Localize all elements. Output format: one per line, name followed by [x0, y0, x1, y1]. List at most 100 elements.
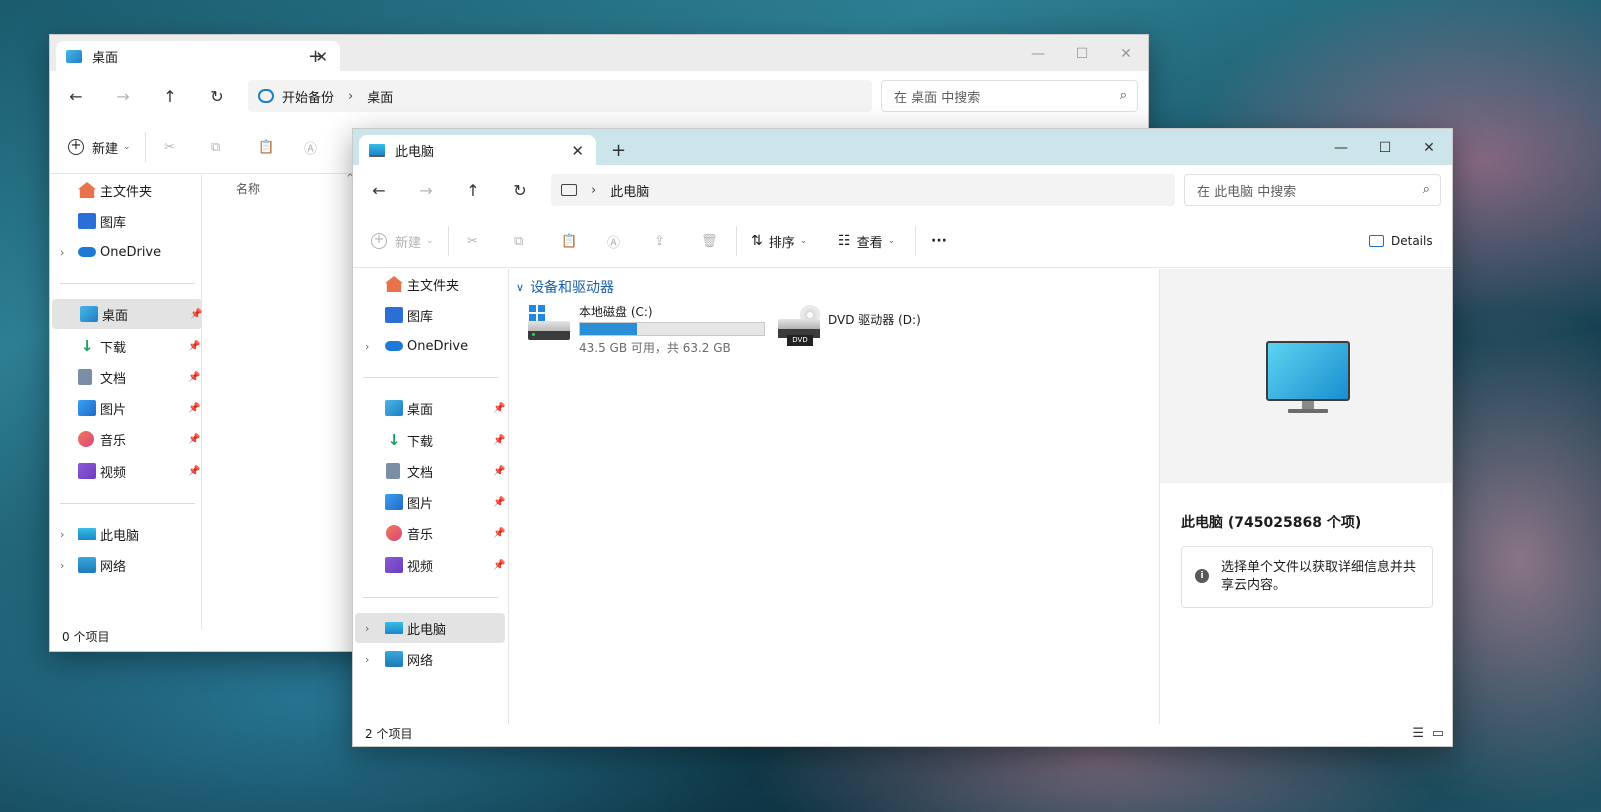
copy-icon[interactable]: ⧉: [514, 230, 523, 252]
close-window-button[interactable]: ✕: [1407, 135, 1451, 161]
forward-arrow-icon[interactable]: →: [109, 83, 137, 111]
new-button[interactable]: + 新建 ⌄: [371, 230, 434, 252]
chevron-right-icon[interactable]: ›: [365, 653, 369, 666]
delete-icon[interactable]: 🗑: [701, 230, 718, 252]
sidebar-item-music[interactable]: 音乐 📌: [353, 518, 505, 548]
details-pane-icon: [1369, 235, 1384, 247]
tab-this-pc[interactable]: 此电脑 ✕: [359, 135, 596, 166]
sidebar-item-desktop[interactable]: 桌面 📌: [353, 393, 505, 423]
minimize-button[interactable]: —: [1319, 135, 1363, 161]
forward-arrow-icon[interactable]: →: [412, 177, 440, 205]
sidebar-item-videos[interactable]: 视频 📌: [353, 550, 505, 580]
sidebar-item-network[interactable]: › 网络: [353, 644, 503, 674]
pin-icon[interactable]: 📌: [190, 309, 202, 320]
drive-item-d[interactable]: DVD DVD 驱动器 (D:): [778, 305, 938, 357]
chevron-right-icon[interactable]: ›: [365, 340, 369, 353]
sidebar-item-downloads[interactable]: ↓ 下载 📌: [353, 425, 506, 455]
document-icon: [78, 369, 92, 385]
up-arrow-icon[interactable]: ↑: [459, 177, 487, 205]
pin-icon[interactable]: 📌: [188, 372, 200, 383]
pin-icon[interactable]: 📌: [188, 434, 200, 445]
tab-desktop[interactable]: 桌面 ✕: [56, 41, 340, 72]
pin-icon[interactable]: 📌: [493, 403, 505, 414]
sidebar-item-documents[interactable]: 文档 📌: [50, 362, 200, 392]
drive-usage-bar: [579, 322, 765, 336]
up-arrow-icon[interactable]: ↑: [156, 83, 184, 111]
view-icon: ☷: [838, 233, 851, 249]
pin-icon[interactable]: 📌: [493, 528, 505, 539]
new-button[interactable]: + 新建 ⌄: [68, 136, 131, 158]
toolbar-divider: [736, 226, 737, 256]
chevron-right-icon[interactable]: ›: [365, 622, 369, 635]
status-bar: 2 个项目 ☰ ▭: [353, 722, 1452, 746]
sidebar-item-onedrive[interactable]: › OneDrive: [353, 331, 503, 361]
maximize-button[interactable]: ☐: [1060, 41, 1104, 67]
drive-item-c[interactable]: 本地磁盘 (C:) 43.5 GB 可用，共 63.2 GB: [528, 305, 768, 357]
pin-icon[interactable]: 📌: [493, 497, 505, 508]
pin-icon[interactable]: 📌: [493, 466, 505, 477]
navigation-bar: ← → ↑ ↻ 开始备份 › 桌面 在 桌面 中搜索 ⌕: [50, 72, 1148, 120]
breadcrumb-location[interactable]: 此电脑: [610, 181, 649, 200]
sidebar-item-network[interactable]: › 网络: [50, 550, 200, 580]
cut-icon[interactable]: ✂: [467, 230, 478, 252]
this-pc-icon: [385, 622, 403, 634]
chevron-right-icon[interactable]: ›: [60, 559, 64, 572]
refresh-icon[interactable]: ↻: [203, 83, 231, 111]
sidebar-item-home[interactable]: 主文件夹: [50, 175, 200, 205]
address-bar[interactable]: › 此电脑: [551, 174, 1175, 206]
minimize-button[interactable]: —: [1016, 41, 1060, 67]
maximize-button[interactable]: ☐: [1363, 135, 1407, 161]
rename-icon[interactable]: Ⓐ: [607, 230, 620, 252]
sidebar-item-desktop[interactable]: 桌面 📌: [52, 299, 202, 329]
refresh-icon[interactable]: ↻: [506, 177, 534, 205]
new-tab-button[interactable]: +: [308, 46, 323, 67]
pin-icon[interactable]: 📌: [188, 403, 200, 414]
new-tab-button[interactable]: +: [611, 140, 626, 161]
tiles-view-icon[interactable]: ▭: [1432, 722, 1444, 746]
sidebar-item-downloads[interactable]: ↓ 下载 📌: [50, 331, 201, 361]
sort-button[interactable]: ⇅ 排序 ⌄: [751, 230, 807, 252]
cut-icon[interactable]: ✂: [164, 136, 175, 158]
close-tab-icon[interactable]: ✕: [571, 142, 584, 160]
sidebar-item-home[interactable]: 主文件夹: [353, 269, 503, 299]
pin-icon[interactable]: 📌: [493, 560, 505, 571]
address-bar[interactable]: 开始备份 › 桌面: [248, 80, 872, 112]
sidebar-item-documents[interactable]: 文档 📌: [353, 456, 505, 486]
copy-icon[interactable]: ⧉: [211, 136, 220, 158]
sidebar-item-gallery[interactable]: 图库: [353, 300, 503, 330]
search-icon: ⌕: [1119, 88, 1127, 103]
chevron-right-icon[interactable]: ›: [60, 246, 64, 259]
rename-icon[interactable]: Ⓐ: [304, 136, 317, 158]
close-window-button[interactable]: ✕: [1104, 41, 1148, 67]
search-input[interactable]: 在 桌面 中搜索 ⌕: [881, 80, 1138, 112]
pin-icon[interactable]: 📌: [188, 341, 200, 352]
sidebar-item-this-pc[interactable]: › 此电脑: [50, 519, 200, 549]
sidebar-item-onedrive[interactable]: › OneDrive: [50, 237, 200, 267]
back-arrow-icon[interactable]: ←: [62, 83, 90, 111]
onedrive-icon: [385, 341, 403, 351]
pictures-icon: [385, 494, 403, 510]
column-header-name[interactable]: 名称: [236, 180, 260, 197]
paste-icon[interactable]: 📋: [258, 136, 274, 158]
search-input[interactable]: 在 此电脑 中搜索 ⌕: [1184, 174, 1441, 206]
sidebar-item-gallery[interactable]: 图库: [50, 206, 200, 236]
paste-icon[interactable]: 📋: [561, 230, 577, 252]
backup-label[interactable]: 开始备份: [282, 87, 334, 106]
sidebar-item-pictures[interactable]: 图片 📌: [50, 393, 200, 423]
share-icon[interactable]: ⇪: [654, 230, 665, 252]
details-pane-button[interactable]: Details: [1369, 230, 1433, 252]
section-header-devices[interactable]: ∨ 设备和驱动器: [516, 277, 614, 297]
pin-icon[interactable]: 📌: [493, 435, 505, 446]
view-button[interactable]: ☷ 查看 ⌄: [838, 230, 895, 252]
sidebar-item-videos[interactable]: 视频 📌: [50, 456, 200, 486]
pin-icon[interactable]: 📌: [188, 466, 200, 477]
back-arrow-icon[interactable]: ←: [365, 177, 393, 205]
breadcrumb-location[interactable]: 桌面: [367, 87, 393, 106]
details-view-icon[interactable]: ☰: [1412, 722, 1424, 746]
more-options-icon[interactable]: ···: [931, 230, 947, 252]
sidebar-item-pictures[interactable]: 图片 📌: [353, 487, 505, 517]
sidebar-item-music[interactable]: 音乐 📌: [50, 424, 200, 454]
chevron-right-icon[interactable]: ›: [60, 528, 64, 541]
sidebar-item-this-pc[interactable]: › 此电脑: [355, 613, 505, 643]
item-count: 0 个项目: [62, 630, 110, 644]
